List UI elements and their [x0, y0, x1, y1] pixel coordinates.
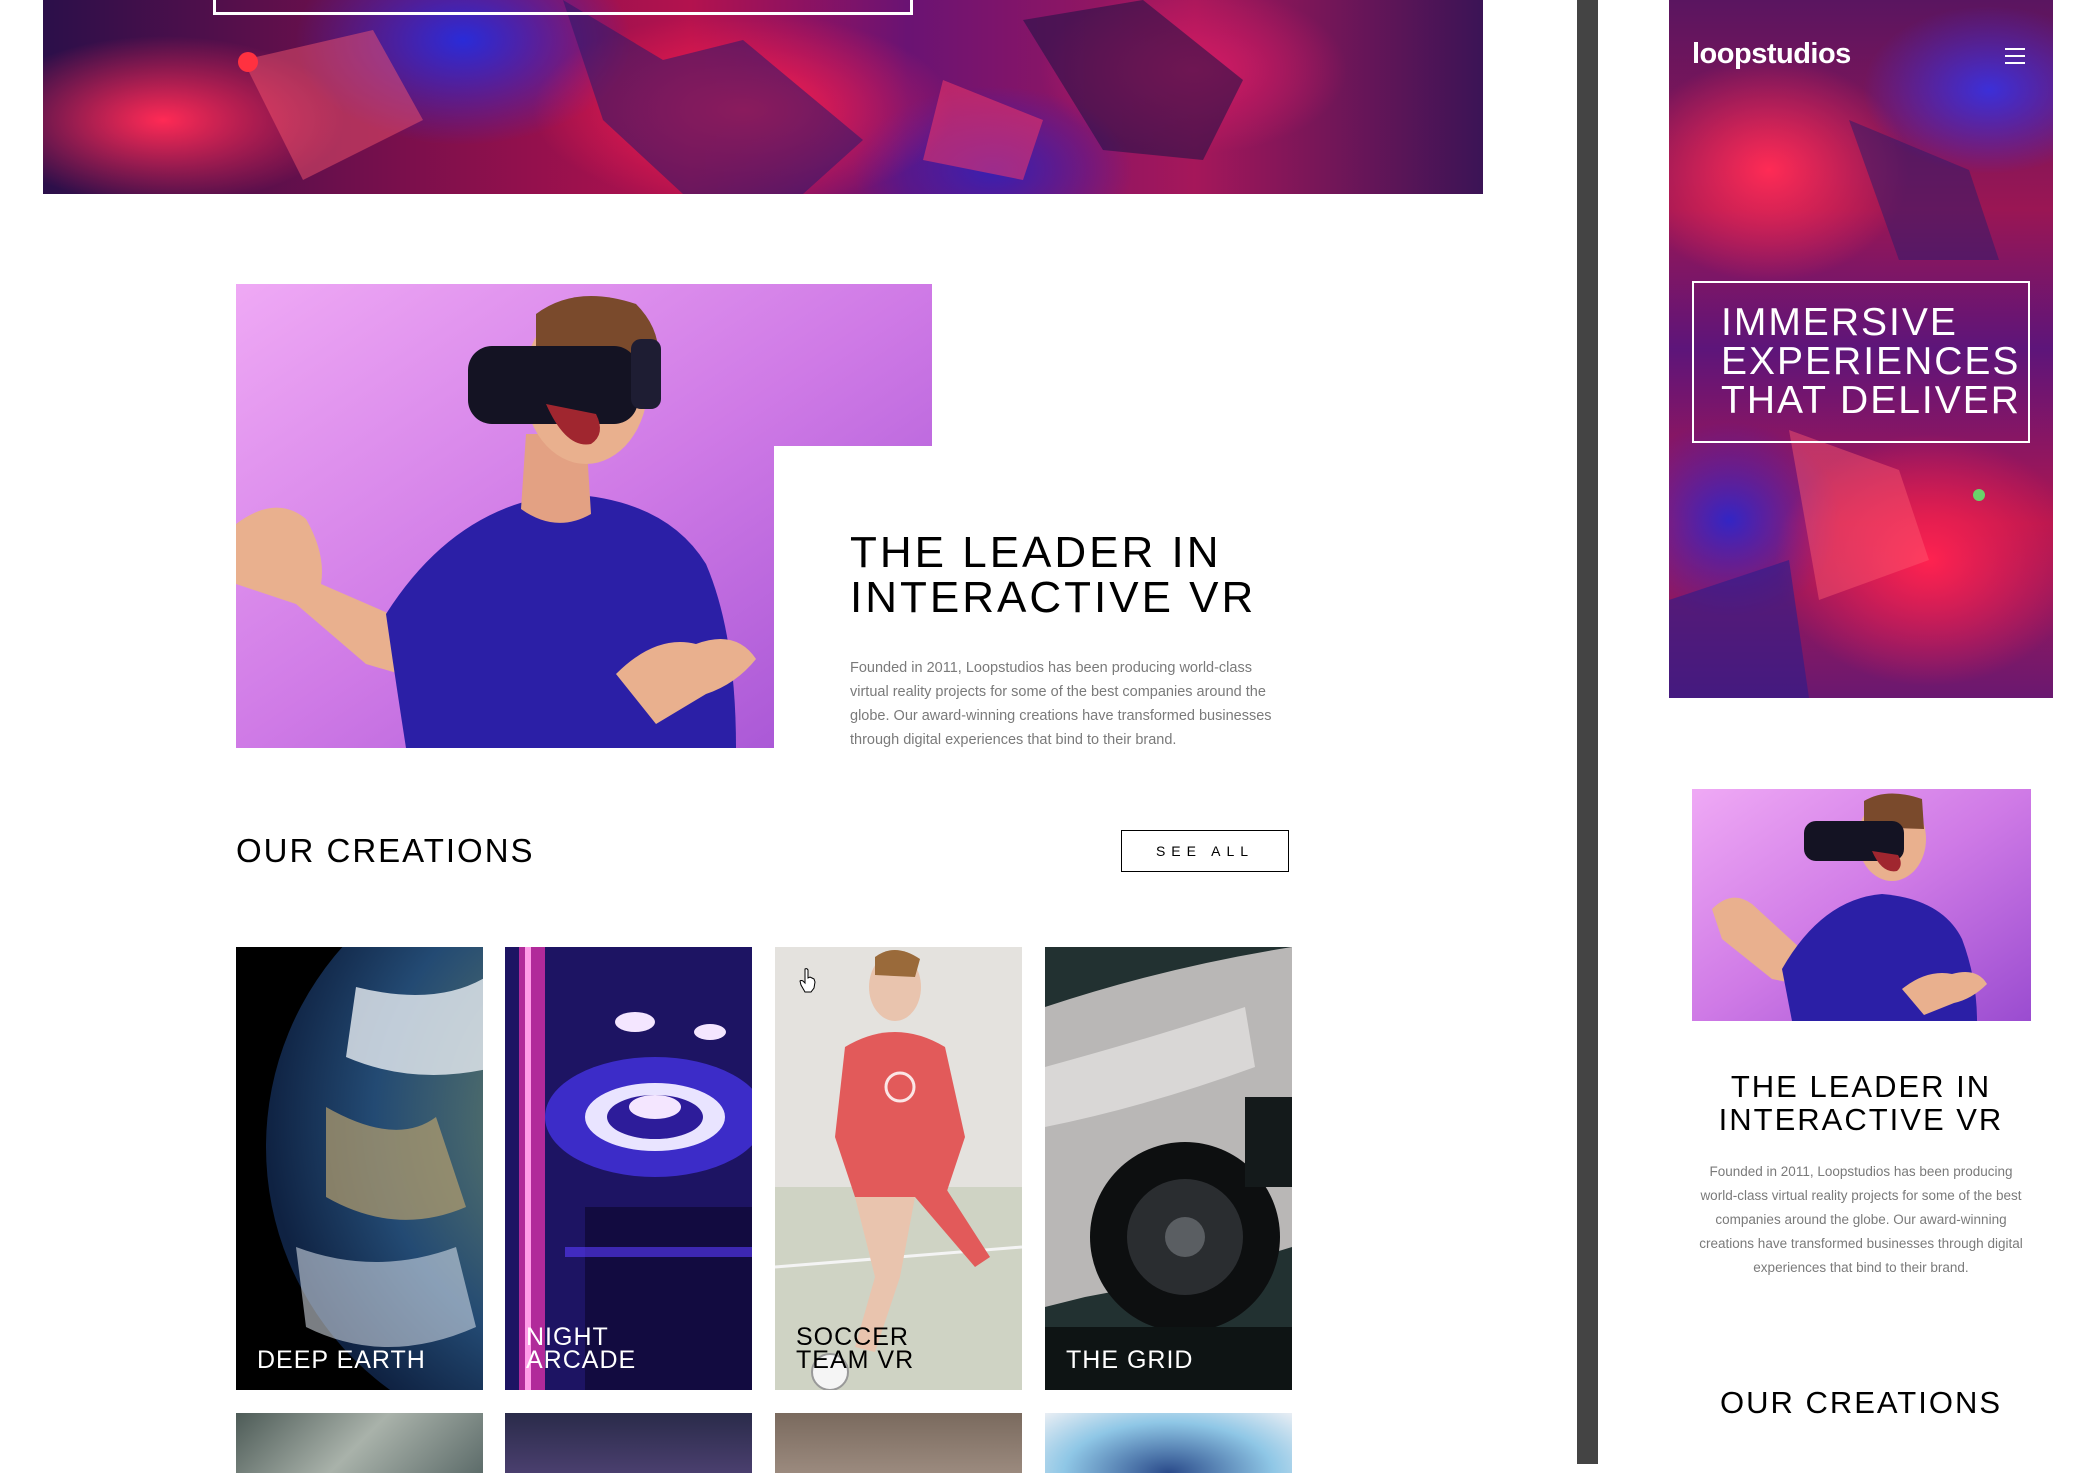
- creation-card-row2-4[interactable]: [1045, 1413, 1292, 1473]
- card-label-line2: ARCADE: [526, 1346, 637, 1374]
- earth-image: [266, 947, 483, 1390]
- card-label: DEEP EARTH: [257, 1346, 426, 1374]
- mobile-about-title: THE LEADER IN INTERACTIVE VR: [1669, 1070, 2053, 1136]
- card-label: SOCCER TEAM VR: [796, 1325, 915, 1374]
- mobile-hero-frame: IMMERSIVE EXPERIENCES THAT DELIVER: [1692, 281, 2030, 443]
- hero-heading-frame: [213, 0, 913, 15]
- panel-divider: [1577, 0, 1598, 1464]
- card-label: THE GRID: [1066, 1346, 1194, 1374]
- about-title-line2: INTERACTIVE VR: [850, 573, 1257, 622]
- creation-card-row2-2[interactable]: [505, 1413, 752, 1473]
- about-title-line1: THE LEADER IN: [850, 528, 1222, 577]
- mobile-logo[interactable]: loopstudios: [1692, 38, 1851, 71]
- about-body: Founded in 2011, Loopstudios has been pr…: [850, 660, 1272, 748]
- hero-texture: [238, 0, 1243, 194]
- mobile-hero-title: IMMERSIVE EXPERIENCES THAT DELIVER: [1721, 303, 2021, 420]
- mobile-creations-title: OUR CREATIONS: [1719, 1385, 2003, 1420]
- mobile-about-title-line1: THE LEADER IN: [1730, 1069, 1992, 1104]
- hamburger-icon[interactable]: [2005, 48, 2025, 64]
- mobile-vr-man-image: [1692, 789, 2031, 1021]
- about-section: THE LEADER IN INTERACTIVE VR Founded in …: [850, 530, 1290, 752]
- card-label-line2: TEAM VR: [796, 1346, 915, 1374]
- creations-title: OUR CREATIONS: [236, 832, 535, 869]
- creation-card-row2-3[interactable]: [775, 1413, 1022, 1473]
- creation-card-night-arcade[interactable]: NIGHT ARCADE: [505, 947, 752, 1390]
- creation-card-the-grid[interactable]: THE GRID: [1045, 947, 1292, 1390]
- creation-card-row2-1[interactable]: [236, 1413, 483, 1473]
- hero-line3: THAT DELIVER: [1721, 379, 2021, 422]
- mobile-hero: loopstudios IMMERSIVE EXPERIENCES THAT D…: [1669, 0, 2053, 698]
- hero-line2: EXPERIENCES: [1721, 340, 2021, 383]
- creation-card-soccer-team-vr[interactable]: SOCCER TEAM VR: [775, 947, 1022, 1390]
- card-label-line1: DEEP EARTH: [257, 1346, 426, 1374]
- card-label-line1: THE GRID: [1066, 1346, 1194, 1374]
- vr-man-image: [236, 284, 932, 748]
- mobile-about-body: Founded in 2011, Loopstudios has been pr…: [1699, 1164, 2023, 1275]
- desktop-hero-image: [43, 0, 1483, 194]
- race-car-image: [1045, 947, 1292, 1390]
- card-label: NIGHT ARCADE: [526, 1325, 637, 1374]
- hero-line1: IMMERSIVE: [1721, 301, 1958, 344]
- see-all-button[interactable]: SEE ALL: [1121, 830, 1289, 872]
- creation-card-deep-earth[interactable]: DEEP EARTH: [236, 947, 483, 1390]
- mobile-about-title-line2: INTERACTIVE VR: [1718, 1102, 2004, 1137]
- about-title: THE LEADER IN INTERACTIVE VR: [850, 530, 1290, 620]
- pointer-hand-icon: [799, 968, 816, 993]
